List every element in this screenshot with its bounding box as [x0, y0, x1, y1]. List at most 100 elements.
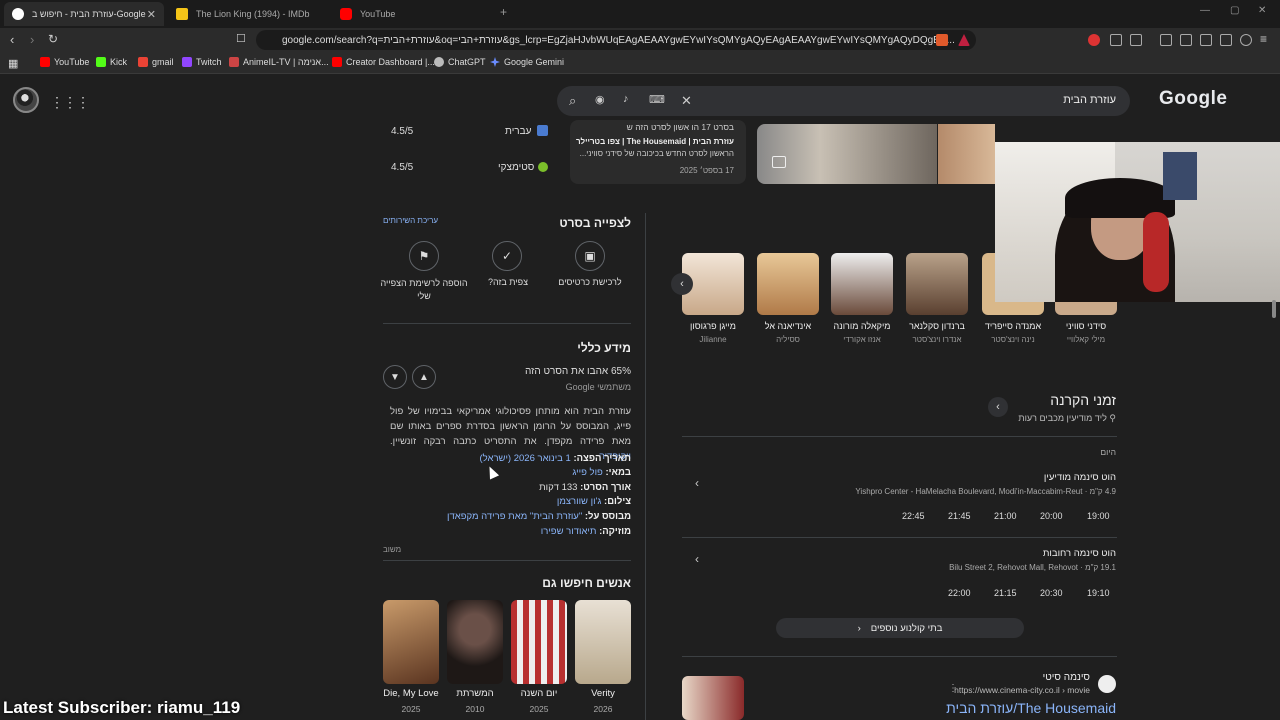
more-options-icon[interactable]: ⋮ — [948, 683, 958, 694]
puzzle-icon[interactable] — [1110, 34, 1122, 46]
bookmark-twitch[interactable]: Twitch — [182, 57, 222, 67]
bookmark-chatgpt[interactable]: ChatGPT — [434, 57, 486, 67]
related-movie[interactable]: Verity 2026 — [575, 600, 631, 714]
showtime[interactable]: 19:10 — [1087, 588, 1110, 598]
theater-name[interactable]: הוט סינמה מודיעין — [1044, 472, 1116, 483]
bookmark-gemini[interactable]: Google Gemini — [490, 57, 564, 67]
apps-icon[interactable]: ▦ — [8, 57, 18, 70]
rating-source[interactable]: עברית — [505, 126, 531, 137]
showtime[interactable]: 21:00 — [994, 511, 1017, 521]
address-bar: ‹ › ↻ ☐ google.com/search?q=עוזרת+הבית&o… — [0, 28, 1280, 52]
result-site-name[interactable]: סינמה סיטי — [1043, 672, 1090, 683]
carousel-prev-icon[interactable]: ‹ — [671, 273, 693, 295]
rating-score: 4.5/5 — [391, 162, 414, 173]
fact-based-on: מבוסס על: "עוזרת הבית" מאת פרידה מקפאדן — [447, 511, 631, 522]
movie-poster — [383, 600, 439, 684]
related-movie[interactable]: יום השנה 2025 — [511, 600, 567, 714]
cast-member[interactable]: מיקאלה מורונה אנזו אקורדי — [831, 253, 893, 344]
movie-still-image[interactable] — [938, 124, 995, 184]
related-movie[interactable]: המשרתת 2010 — [447, 600, 503, 714]
brave-shield-icon[interactable] — [936, 34, 948, 46]
back-icon[interactable]: ‹ — [10, 32, 14, 47]
sidebar-icon[interactable] — [1180, 34, 1192, 46]
fact-value[interactable]: פול פייג — [572, 467, 603, 478]
bookmark-kick[interactable]: Kick — [96, 57, 127, 67]
search-icon[interactable]: ⌕ — [569, 93, 576, 109]
close-icon[interactable]: ✕ — [147, 8, 156, 21]
showtime[interactable]: 21:45 — [948, 511, 971, 521]
movie-title: המשרתת — [456, 688, 494, 699]
expand-theater-icon[interactable]: ‹ — [695, 476, 699, 490]
movie-still-image[interactable] — [757, 124, 937, 184]
bookmark-animeil[interactable]: AnimeIL-TV | אנימה... — [229, 57, 329, 67]
forward-icon[interactable]: › — [30, 32, 34, 47]
thumbs-up-icon[interactable]: ▲ — [412, 365, 436, 389]
lens-icon[interactable]: ◉ — [595, 93, 605, 106]
google-apps-icon[interactable]: ⋮⋮⋮ — [50, 94, 90, 111]
watched-label: צפית בזה? — [487, 277, 529, 287]
showtime[interactable]: 22:00 — [948, 588, 971, 598]
theater-name[interactable]: הוט סינמה רחובות — [1043, 548, 1116, 559]
search-bar[interactable]: ⌕ ◉ ♪ ⌨ ✕ עוזרת הבית — [557, 86, 1130, 116]
clear-icon[interactable]: ✕ — [681, 93, 692, 109]
bookmark-creator-dashboard[interactable]: Creator Dashboard |... — [332, 57, 435, 67]
tab-google-search[interactable]: עוזרת הבית - חיפוש ב-Google ✕ — [4, 2, 164, 26]
vpn-icon[interactable] — [1240, 34, 1252, 46]
related-movie[interactable]: Die, My Love 2025 — [383, 600, 439, 714]
cast-member[interactable]: ברנדון סקלנאר אנדרו וינצ'סטר — [906, 253, 968, 344]
bookmark-gmail[interactable]: gmail — [138, 57, 174, 67]
thumbs-down-icon[interactable]: ▼ — [383, 365, 407, 389]
fact-value[interactable]: ג'ון שוורצמן — [557, 496, 602, 507]
result-title[interactable]: עוזרת הבית/The Housemaid — [946, 700, 1116, 716]
fact-value[interactable]: "עוזרת הבית" מאת פרידה מקפאדן — [447, 511, 582, 522]
leo-icon[interactable] — [1220, 34, 1232, 46]
screenshot-icon[interactable] — [1130, 34, 1142, 46]
minimize-icon[interactable]: — — [1200, 5, 1210, 16]
change-location-icon[interactable]: ‹ — [988, 397, 1008, 417]
ticket-icon[interactable]: ▣ — [575, 241, 605, 271]
cast-name: סידני סוויני — [1065, 321, 1107, 331]
result-url[interactable]: https://www.cinema-city.co.il › movie — [954, 685, 1090, 695]
tab-youtube[interactable]: YouTube — [332, 2, 492, 26]
rating-source[interactable]: סטימצקי — [498, 162, 534, 173]
showtime[interactable]: 19:00 — [1087, 511, 1110, 521]
showtime[interactable]: 20:00 — [1040, 511, 1063, 521]
showtime[interactable]: 21:15 — [994, 588, 1017, 598]
menu-icon[interactable]: ≡ — [1260, 32, 1267, 46]
extension-icon[interactable] — [1088, 34, 1100, 46]
maximize-icon[interactable]: ▢ — [1230, 5, 1239, 16]
bookmark-icon[interactable]: ⚑ — [409, 241, 439, 271]
avatar[interactable] — [13, 87, 39, 113]
bookmark-youtube[interactable]: YouTube — [40, 57, 89, 67]
google-logo[interactable]: Google — [1159, 88, 1227, 110]
feedback-link[interactable]: משוב — [383, 545, 401, 554]
fact-value[interactable]: 1 בינואר 2026 (ישראל) — [479, 453, 570, 464]
search-input[interactable]: עוזרת הבית — [1063, 94, 1116, 106]
url-field[interactable]: google.com/search?q=עוזרת+הבית&oq=עוזרת+… — [256, 30, 976, 50]
keyboard-icon[interactable]: ⌨ — [649, 93, 665, 106]
cast-member[interactable]: מייגן פרגוסון Jilianne — [682, 253, 744, 344]
wallet-icon[interactable] — [1200, 34, 1212, 46]
bookmark-page-icon[interactable]: ☐ — [236, 32, 246, 45]
divider — [682, 656, 1117, 657]
mic-icon[interactable]: ♪ — [623, 93, 629, 105]
more-theaters-button[interactable]: בתי קולנוע נוספים ‹ — [776, 618, 1024, 638]
fact-value[interactable]: תיאודור שפירו — [541, 526, 597, 537]
new-tab-button[interactable]: + — [500, 5, 507, 19]
theater-address: 4.9 ק"מ · Yishpro Center - HaMelacha Bou… — [855, 487, 1116, 496]
expand-theater-icon[interactable]: ‹ — [695, 552, 699, 566]
showtime[interactable]: 22:45 — [902, 511, 925, 521]
result-thumbnail[interactable] — [682, 676, 744, 720]
reload-icon[interactable]: ↻ — [48, 32, 58, 46]
cast-name: אינדיאנה אל — [764, 321, 812, 331]
media-icon[interactable] — [1160, 34, 1172, 46]
scrollbar[interactable] — [1272, 300, 1276, 318]
news-date: 17 בספט׳ 2025 — [679, 166, 734, 175]
news-card[interactable]: בסרט 17 הו אשון לסרט הזה ש עוזרת הבית | … — [570, 120, 746, 184]
edit-services-link[interactable]: עריכת השירותים — [383, 216, 438, 225]
showtime[interactable]: 20:30 — [1040, 588, 1063, 598]
close-window-icon[interactable]: ✕ — [1258, 5, 1266, 16]
check-icon[interactable]: ✓ — [492, 241, 522, 271]
tab-imdb[interactable]: The Lion King (1994) - IMDb — [168, 2, 328, 26]
cast-member[interactable]: אינדיאנה אל ססיליה — [757, 253, 819, 344]
